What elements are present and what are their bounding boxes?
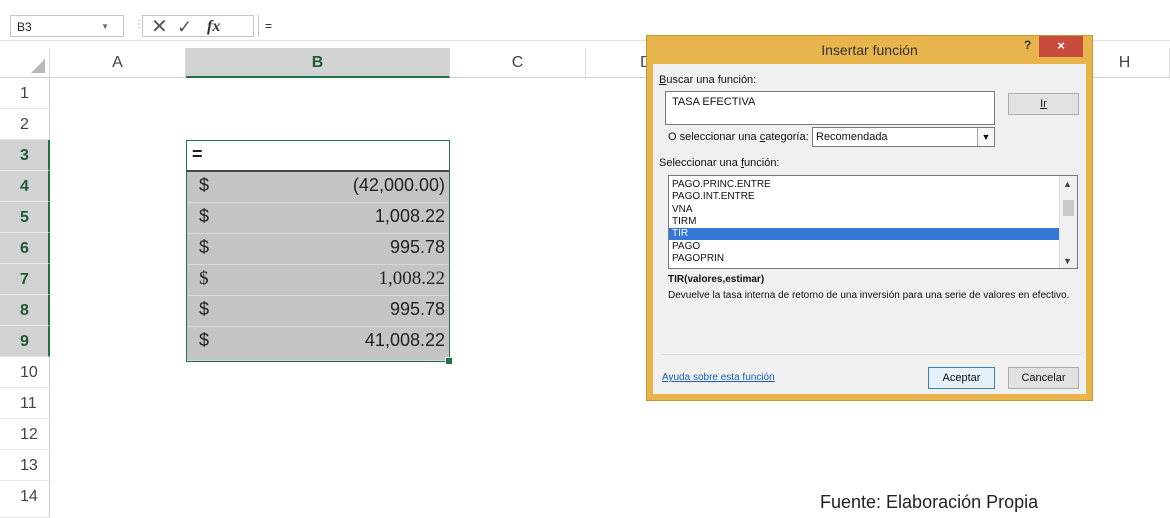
column-header-b[interactable]: B <box>186 48 450 78</box>
category-value: Recomendada <box>816 131 888 143</box>
column-header-a[interactable]: A <box>50 48 186 78</box>
select-all-icon <box>31 59 45 73</box>
divider <box>661 354 1081 355</box>
row-header-9[interactable]: 9 <box>0 326 50 357</box>
scrollbar-thumb[interactable] <box>1063 200 1074 216</box>
function-item[interactable]: TIRM <box>669 216 1061 227</box>
row-header-11[interactable]: 11 <box>0 388 50 419</box>
cancel-icon[interactable]: ✕ <box>151 16 168 38</box>
function-label: Seleccionar una función: <box>659 157 780 169</box>
function-item[interactable]: PAGO.PRINC.ENTRE <box>669 179 1061 190</box>
enter-icon[interactable]: ✓ <box>177 16 192 38</box>
cancel-button[interactable]: Cancelar <box>1008 367 1079 389</box>
function-item[interactable]: PAGOPRIN <box>669 253 1061 264</box>
row-header-5[interactable]: 5 <box>0 202 50 233</box>
chevron-down-icon[interactable]: ▼ <box>977 128 994 146</box>
row-header-8[interactable]: 8 <box>0 295 50 326</box>
name-box[interactable]: B3 ▼ <box>10 15 124 37</box>
insert-function-icon[interactable]: fx <box>207 16 220 38</box>
search-input[interactable]: TASA EFECTIVA <box>665 91 995 125</box>
close-button[interactable]: × <box>1039 36 1083 57</box>
fill-handle[interactable] <box>445 357 453 365</box>
select-all-corner[interactable] <box>0 48 50 78</box>
row-header-6[interactable]: 6 <box>0 233 50 264</box>
function-description: Devuelve la tasa interna de retorno de u… <box>668 290 1070 301</box>
function-list[interactable]: PAGO.PRINC.ENTRE PAGO.INT.ENTRE VNA TIRM… <box>668 175 1078 269</box>
row-header-13[interactable]: 13 <box>0 450 50 481</box>
row-header-12[interactable]: 12 <box>0 419 50 450</box>
row-header-7[interactable]: 7 <box>0 264 50 295</box>
column-header-c[interactable]: C <box>450 48 586 78</box>
insert-function-dialog: Insertar función ? × Buscar una función:… <box>646 35 1093 401</box>
go-button[interactable]: Ir <box>1008 93 1079 115</box>
row-header-2[interactable]: 2 <box>0 109 50 140</box>
name-box-value: B3 <box>17 20 32 34</box>
formula-buttons: ✕ ✓ fx <box>142 15 254 38</box>
function-item[interactable]: VNA <box>669 204 1061 215</box>
row-header-10[interactable]: 10 <box>0 357 50 388</box>
row-header-14[interactable]: 14 <box>0 481 50 518</box>
category-select[interactable]: Recomendada ▼ <box>812 127 995 147</box>
category-label: O seleccionar una categoría: <box>668 131 809 143</box>
function-item[interactable]: PAGO.INT.ENTRE <box>669 191 1061 202</box>
help-link[interactable]: Ayuda sobre esta función <box>662 372 775 383</box>
scroll-up-icon[interactable]: ▲ <box>1063 179 1072 189</box>
row-header-1[interactable]: 1 <box>0 78 50 109</box>
function-list-scrollbar[interactable]: ▲ ▼ <box>1059 176 1077 268</box>
ok-button[interactable]: Aceptar <box>928 367 995 389</box>
chevron-down-icon[interactable]: ▼ <box>101 16 109 38</box>
source-caption: Fuente: Elaboración Propia <box>820 492 1039 512</box>
column-header-h[interactable]: H <box>1080 48 1170 78</box>
dialog-body: Buscar una función: TASA EFECTIVA Ir O s… <box>653 64 1086 394</box>
help-icon[interactable]: ? <box>1024 38 1031 52</box>
search-label: Buscar una función: <box>659 74 757 86</box>
function-item[interactable]: PAGO <box>669 241 1061 252</box>
function-syntax: TIR(valores,estimar) <box>668 274 765 285</box>
formula-input[interactable]: = <box>258 15 1170 37</box>
function-item-selected[interactable]: TIR <box>669 228 1061 240</box>
row-header-3[interactable]: 3 <box>0 140 50 171</box>
selection-range <box>186 140 453 365</box>
scroll-down-icon[interactable]: ▼ <box>1063 256 1072 266</box>
row-header-4[interactable]: 4 <box>0 171 50 202</box>
